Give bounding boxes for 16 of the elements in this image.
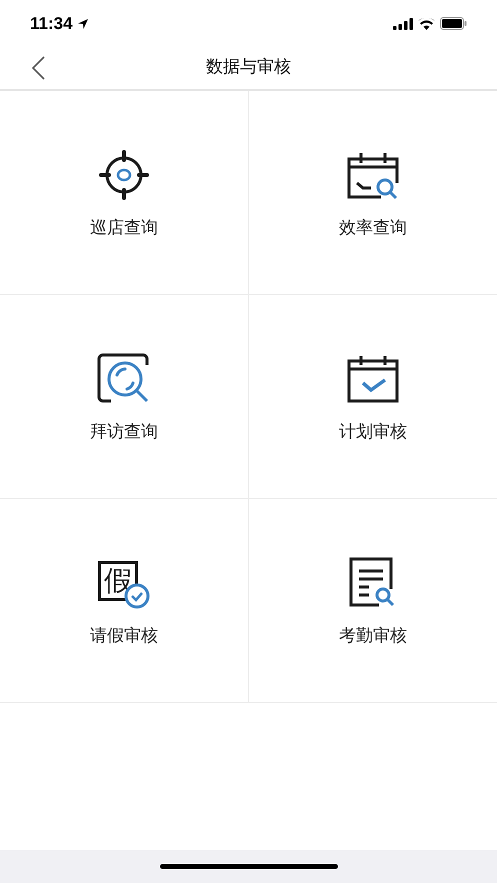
menu-tile[interactable]: 拜访查询 bbox=[0, 295, 248, 499]
back-chevron-icon bbox=[31, 56, 45, 80]
wifi-icon bbox=[418, 18, 435, 30]
status-time: 11:34 bbox=[30, 12, 73, 35]
tile-label: 考勤审核 bbox=[338, 624, 407, 647]
signal-icon bbox=[393, 18, 413, 30]
tile-label: 拜访查询 bbox=[90, 420, 158, 443]
tile-label: 计划审核 bbox=[338, 420, 407, 443]
location-arrow-icon bbox=[76, 18, 89, 30]
menu-tile[interactable]: 假 请假审核 bbox=[0, 499, 248, 703]
tile-label: 效率查询 bbox=[338, 216, 407, 239]
tile-label: 请假审核 bbox=[90, 624, 158, 647]
menu-tile[interactable]: 巡店查询 bbox=[0, 91, 248, 295]
battery-icon bbox=[440, 17, 467, 30]
tile-label: 巡店查询 bbox=[90, 216, 158, 239]
page-title: 数据与审核 bbox=[206, 56, 291, 78]
